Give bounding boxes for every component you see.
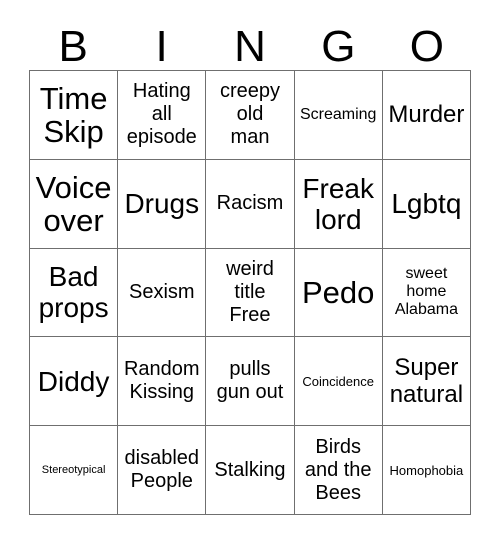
bingo-cell[interactable]: Homophobia <box>382 426 471 515</box>
bingo-cell[interactable]: Time Skip <box>30 71 119 160</box>
bingo-header-letter-n: N <box>234 22 266 71</box>
bingo-cell-label: Voice over <box>35 169 112 238</box>
bingo-cell-label: Pedo <box>301 274 375 310</box>
bingo-cell[interactable]: Coincidence <box>294 337 383 427</box>
bingo-cell-label: Murder <box>388 101 465 129</box>
bingo-cell-label: Time Skip <box>39 80 108 149</box>
bingo-cell[interactable]: Hating all episode <box>118 71 207 160</box>
bingo-cell-label: Bad props <box>38 261 109 324</box>
bingo-cell[interactable]: Super natural <box>382 337 471 427</box>
bingo-header-letter-g: G <box>321 22 356 71</box>
bingo-cell-label: Lgbtq <box>391 188 462 220</box>
bingo-cell[interactable]: Pedo <box>294 248 383 338</box>
bingo-header-letter-b: B <box>58 22 88 71</box>
bingo-cell-label: Sexism <box>129 280 195 303</box>
bingo-cell[interactable]: weird title Free <box>206 248 295 338</box>
bingo-cell[interactable]: Lgbtq <box>382 159 471 249</box>
bingo-cell[interactable]: Bad props <box>30 248 119 338</box>
bingo-cell[interactable]: Murder <box>382 71 471 160</box>
bingo-cell-label: Stalking <box>214 458 286 481</box>
bingo-cell[interactable]: disabled People <box>118 426 207 515</box>
bingo-cell-label: Hating all episode <box>126 80 197 149</box>
bingo-cell-label: disabled People <box>124 447 200 493</box>
bingo-cell-label: sweet home Alabama <box>394 265 458 319</box>
bingo-cell[interactable]: creepy old man <box>206 71 295 160</box>
bingo-cell-label: Diddy <box>37 365 110 397</box>
bingo-cell-label: Racism <box>216 192 284 215</box>
bingo-cell[interactable]: Sexism <box>118 248 207 338</box>
bingo-cell-label: creepy old man <box>219 80 280 149</box>
bingo-cell[interactable]: Diddy <box>30 337 119 427</box>
bingo-cell-label: Birds and the Bees <box>304 435 372 504</box>
bingo-cell[interactable]: Stereotypical <box>30 426 119 515</box>
bingo-header-letter-o: O <box>409 22 444 71</box>
bingo-cell[interactable]: Racism <box>206 159 295 249</box>
bingo-cell-label: Homophobia <box>389 462 464 478</box>
bingo-cell[interactable]: sweet home Alabama <box>382 248 471 338</box>
bingo-cell[interactable]: Freak lord <box>294 159 383 249</box>
bingo-header-letter-i: I <box>155 22 168 71</box>
bingo-cell[interactable]: Birds and the Bees <box>294 426 383 515</box>
bingo-cell[interactable]: Screaming <box>294 71 383 160</box>
bingo-cell[interactable]: Stalking <box>206 426 295 515</box>
bingo-cell-label: Stereotypical <box>41 463 106 476</box>
bingo-cell[interactable]: Random Kissing <box>118 337 207 427</box>
bingo-card: B I N G O Time Skip Hating all episode cre… <box>0 0 500 544</box>
bingo-cell-label: Random Kissing <box>123 358 200 404</box>
bingo-cell-label: Super natural <box>389 354 464 409</box>
bingo-cell-label: pulls gun out <box>216 358 284 404</box>
bingo-cell-label: weird title Free <box>226 257 274 326</box>
bingo-cell-label: Screaming <box>299 105 377 123</box>
bingo-cell-label: Drugs <box>124 188 200 220</box>
bingo-cell-label: Coincidence <box>302 373 374 389</box>
bingo-cell[interactable]: pulls gun out <box>206 337 295 427</box>
bingo-cell[interactable]: Voice over <box>30 159 119 249</box>
bingo-cell[interactable]: Drugs <box>118 159 207 249</box>
bingo-cell-label: Freak lord <box>302 172 374 235</box>
bingo-grid: Time Skip Hating all episode creepy old ma… <box>29 70 471 515</box>
bingo-header-row: B I N G O <box>29 14 471 70</box>
